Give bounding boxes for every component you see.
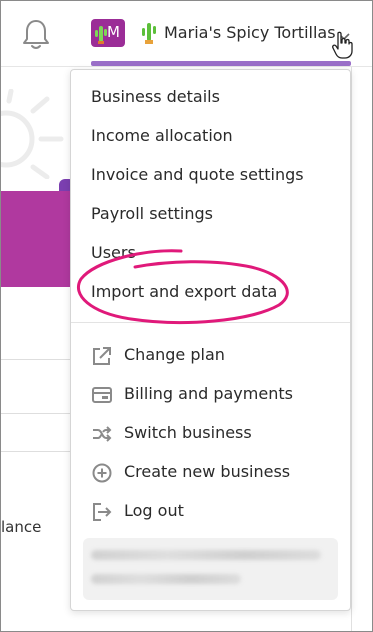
shuffle-icon [93, 426, 112, 442]
cactus-icon [142, 23, 156, 44]
credit-card-icon [92, 387, 112, 403]
menu-item-create-new-business[interactable]: Create new business [71, 456, 350, 488]
menu-item-billing-payments[interactable]: Billing and payments [71, 378, 350, 410]
cactus-icon [95, 26, 107, 44]
external-link-icon [93, 347, 111, 365]
active-indicator [91, 61, 351, 66]
divider [1, 451, 81, 452]
app-window: lance M Maria's Spicy Tortillas Business… [0, 0, 373, 632]
sun-illustration [1, 89, 64, 179]
menu-item-switch-business[interactable]: Switch business [71, 417, 350, 449]
business-dropdown-menu: Business details Income allocation Invoi… [70, 69, 351, 611]
menu-item-payroll-settings[interactable]: Payroll settings [71, 198, 350, 230]
menu-item-label: Create new business [124, 462, 291, 481]
account-info-box [83, 538, 338, 600]
menu-item-invoice-quote-settings[interactable]: Invoice and quote settings [71, 159, 350, 191]
balance-label: lance [1, 518, 42, 536]
menu-item-label: Invoice and quote settings [91, 165, 304, 184]
divider [1, 413, 81, 414]
business-name: Maria's Spicy Tortillas [164, 23, 336, 42]
menu-item-label: Payroll settings [91, 204, 213, 223]
business-switcher[interactable]: M Maria's Spicy Tortillas [91, 15, 351, 53]
menu-item-import-export-data[interactable]: Import and export data [71, 276, 350, 308]
menu-item-label: Log out [124, 501, 184, 520]
bell-icon[interactable] [21, 17, 51, 51]
redacted-email [91, 550, 321, 560]
menu-item-label: Change plan [124, 345, 225, 364]
avatar-letter: M [107, 23, 120, 41]
divider [351, 67, 352, 631]
top-bar: M Maria's Spicy Tortillas [1, 1, 372, 67]
business-avatar: M [91, 19, 125, 47]
menu-item-label: Income allocation [91, 126, 233, 145]
menu-item-label: Import and export data [91, 282, 278, 301]
menu-item-change-plan[interactable]: Change plan [71, 339, 350, 371]
promo-banner[interactable] [1, 191, 81, 287]
menu-item-label: Users [91, 243, 136, 262]
logout-icon [93, 503, 112, 521]
menu-item-label: Switch business [124, 423, 252, 442]
menu-divider [71, 322, 350, 323]
menu-item-users[interactable]: Users [71, 237, 350, 269]
menu-item-income-allocation[interactable]: Income allocation [71, 120, 350, 152]
menu-item-log-out[interactable]: Log out [71, 495, 350, 527]
plus-circle-icon [92, 463, 112, 483]
hand-cursor-icon [332, 31, 353, 59]
divider [1, 359, 81, 360]
redacted-account-id [91, 574, 241, 584]
menu-item-label: Billing and payments [124, 384, 293, 403]
menu-item-label: Business details [91, 87, 220, 106]
menu-item-business-details[interactable]: Business details [71, 81, 350, 113]
